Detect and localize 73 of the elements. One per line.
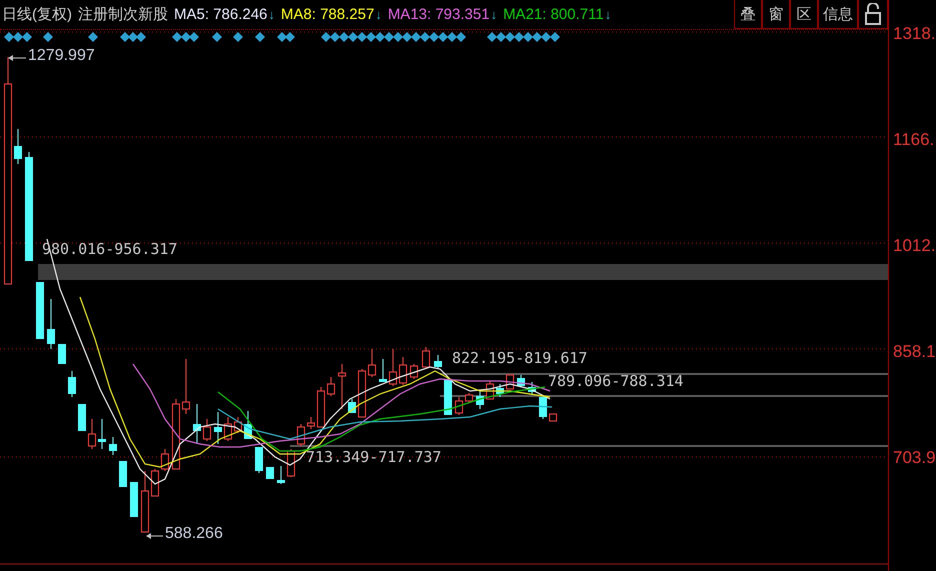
candlestick	[528, 382, 536, 394]
moving-average-value: MA13: 793.351	[388, 6, 490, 23]
price-axis-label: 858.1	[893, 342, 936, 362]
trend-arrow: ↓	[375, 7, 382, 22]
candlestick	[277, 466, 285, 484]
trend-arrow: ↓	[268, 7, 275, 22]
candlestick	[47, 298, 55, 350]
moving-average-value: MA21: 800.711	[503, 6, 604, 23]
leader-arrow	[8, 55, 26, 61]
price-range-label: 713.349-717.737	[306, 448, 442, 466]
trend-arrow: ↓	[490, 7, 498, 22]
candlestick	[244, 410, 252, 440]
candlestick	[224, 416, 232, 442]
candlestick	[109, 436, 117, 456]
candlestick	[389, 348, 397, 386]
candlestick	[327, 376, 335, 396]
candlestick	[78, 404, 86, 432]
price-axis-label: 1318.	[893, 24, 936, 44]
padlock-icon	[865, 3, 881, 25]
candlestick	[476, 390, 484, 410]
candlestick	[266, 466, 274, 480]
candlestick	[358, 368, 366, 418]
price-range-label: 789.096-788.314	[548, 372, 684, 390]
candlestick	[465, 392, 473, 404]
price-extreme-label: 1279.997	[28, 47, 95, 65]
candlestick	[36, 282, 44, 340]
moving-average-value: MA8: 788.257	[280, 6, 374, 23]
price-axis-label: 1012.	[893, 236, 936, 256]
trend-arrow: ↓	[604, 7, 612, 22]
candlestick	[307, 416, 315, 430]
candlestick	[203, 418, 211, 442]
candlestick	[119, 460, 127, 488]
leader-arrow	[146, 533, 164, 539]
candlestick	[98, 418, 106, 450]
candlestick	[434, 354, 442, 370]
price-axis-label: 703.9	[893, 448, 936, 468]
candlestick	[141, 470, 149, 532]
stock-group-label: 注册制次新股	[78, 5, 168, 24]
candlestick	[130, 482, 138, 518]
candlestick	[58, 344, 66, 364]
lock-button[interactable]	[858, 0, 888, 29]
candlestick	[14, 128, 22, 164]
candlestick	[172, 398, 180, 470]
candlestick	[338, 364, 346, 410]
candlestick	[368, 348, 376, 378]
candlestick	[549, 414, 557, 422]
candlestick	[410, 364, 418, 380]
candlestick	[182, 358, 190, 414]
candlestick	[422, 346, 430, 368]
candlestick	[496, 384, 504, 398]
candlestick	[255, 446, 263, 474]
price-range-label: 822.195-819.617	[452, 349, 588, 367]
candlestick	[517, 374, 525, 388]
candlestick	[161, 448, 169, 472]
candlestick	[88, 418, 96, 450]
candlestick	[317, 386, 325, 428]
toolbar-button[interactable]: 窗	[762, 0, 790, 29]
price-axis-label: 1166.	[893, 130, 936, 150]
toolbar-button[interactable]: 信息	[818, 0, 858, 29]
candlestick	[379, 358, 387, 382]
candlestick	[455, 396, 463, 416]
candlestick	[214, 412, 222, 444]
candlestick	[151, 468, 159, 496]
toolbar-button[interactable]: 叠	[734, 0, 762, 29]
moving-average-value: MA5: 786.246	[174, 6, 268, 23]
price-extreme-label: 588.266	[165, 525, 223, 543]
candlestick	[399, 356, 407, 386]
candlestick	[234, 416, 242, 434]
candlestick	[539, 394, 547, 420]
candlestick	[193, 404, 201, 444]
chart-title: 日线(复权)	[2, 5, 72, 24]
candlestick	[68, 370, 76, 398]
toolbar-button[interactable]: 区	[790, 0, 818, 29]
